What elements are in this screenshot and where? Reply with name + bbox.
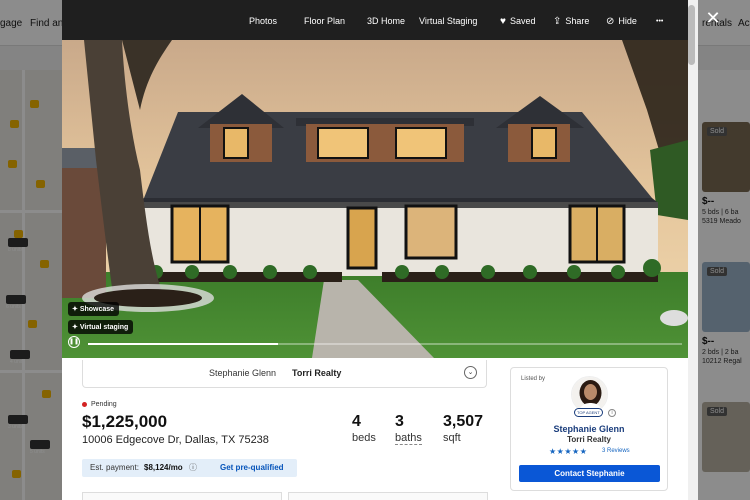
house-photo-image	[62, 40, 688, 358]
brokerage-name: Torri Realty	[292, 368, 342, 378]
sqft-stat: 3,507 sqft	[443, 413, 483, 444]
tab-virtual-staging[interactable]: Virtual Staging	[419, 0, 477, 40]
tab-floor-plan[interactable]: Floor Plan	[304, 0, 345, 40]
card-brokerage: Torri Realty	[567, 435, 611, 444]
listed-by-label: Listed by	[521, 376, 546, 382]
heart-icon: ♥	[500, 16, 506, 27]
hide-icon: ⊘	[606, 16, 615, 27]
rating-stars-icon: ★★★★★	[549, 447, 588, 456]
listing-modal: Photos Floor Plan 3D Home Virtual Stagin…	[62, 0, 698, 500]
beds-stat: 4 beds	[352, 413, 376, 444]
sqft-value: 3,507	[443, 413, 484, 430]
share-label: Share	[565, 16, 590, 26]
listing-photo[interactable]: ✦ Showcase ✦ Virtual staging ❚❚	[62, 40, 688, 358]
scrollbar-track[interactable]	[688, 0, 698, 500]
share-icon: ⇪	[553, 16, 562, 27]
info-icon[interactable]: ⓘ	[189, 462, 197, 473]
est-payment-value: $8,124/mo	[144, 463, 183, 472]
pending-dot-icon	[82, 401, 87, 407]
baths-value: 3	[395, 413, 404, 430]
est-payment-label: Est. payment:	[90, 463, 139, 472]
listing-address: 10006 Edgecove Dr, Dallas, TX 75238	[82, 434, 269, 446]
showcase-label: Showcase	[79, 306, 115, 313]
tab-photos[interactable]: Photos	[249, 0, 277, 40]
saved-button[interactable]: ♥ Saved	[500, 0, 535, 40]
virtual-staging-label: Virtual staging	[79, 324, 129, 331]
info-icon[interactable]: i	[608, 409, 616, 417]
sparkle-icon: ✦	[72, 306, 80, 313]
saved-label: Saved	[509, 16, 536, 26]
baths-label: baths	[395, 432, 422, 445]
estimated-payment-bar: Est. payment: $8,124/mo ⓘ Get pre-qualif…	[82, 459, 297, 477]
progress-fill	[88, 343, 279, 345]
reviews-link[interactable]: 3 Reviews	[602, 448, 630, 454]
pause-icon[interactable]: ❚❚	[68, 336, 80, 348]
beds-value: 4	[352, 413, 361, 430]
bottom-panel	[288, 492, 488, 500]
baths-stat[interactable]: 3 baths	[395, 413, 422, 445]
contact-agent-button[interactable]: Contact Stephanie	[519, 465, 660, 482]
more-options-icon[interactable]: •••	[656, 0, 663, 40]
sqft-label: sqft	[443, 432, 461, 444]
listing-agent-card: Listed by TOP AGENT i Stephanie Glenn To…	[510, 367, 668, 491]
agent-name: Stephanie Glenn	[209, 368, 277, 378]
showcase-badge: ✦ Showcase	[68, 302, 120, 316]
agent-bar[interactable]: Stephanie Glenn Torri Realty ⌄	[82, 360, 487, 388]
hide-label: Hide	[618, 16, 637, 26]
get-prequalified-link[interactable]: Get pre-qualified	[220, 463, 284, 472]
photo-toolbar: Photos Floor Plan 3D Home Virtual Stagin…	[62, 0, 698, 40]
sparkle-icon: ✦	[72, 324, 80, 331]
scrollbar-thumb[interactable]	[688, 5, 695, 65]
tab-3d-home[interactable]: 3D Home	[367, 0, 405, 40]
status-badge: Pending	[82, 401, 117, 408]
share-button[interactable]: ⇪ Share	[553, 0, 589, 40]
chevron-down-icon[interactable]: ⌄	[464, 366, 477, 379]
status-label: Pending	[91, 401, 117, 408]
top-agent-badge: TOP AGENT	[574, 408, 603, 417]
slideshow-progress[interactable]	[88, 343, 682, 345]
listing-price: $1,225,000	[82, 412, 168, 431]
hide-button[interactable]: ⊘ Hide	[606, 0, 637, 40]
close-icon[interactable]: ✕	[704, 9, 722, 27]
virtual-staging-badge: ✦ Virtual staging	[68, 320, 134, 334]
bottom-panel	[82, 492, 282, 500]
card-agent-name[interactable]: Stephanie Glenn	[511, 424, 667, 434]
beds-label: beds	[352, 432, 376, 444]
